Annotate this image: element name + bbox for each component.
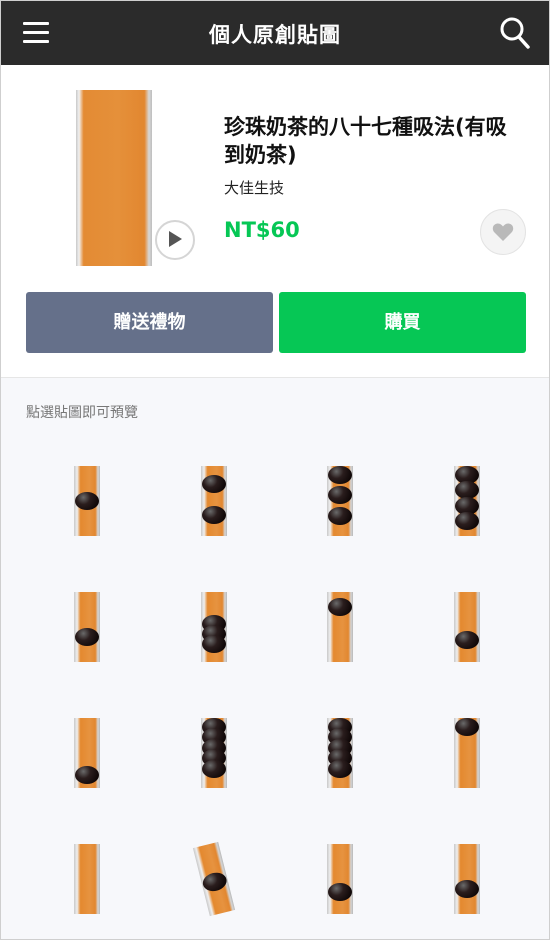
sticker-item[interactable] [327, 466, 353, 536]
sticker-item[interactable] [74, 466, 100, 536]
gift-button[interactable]: 贈送禮物 [26, 292, 273, 353]
price: NT$60 [224, 218, 300, 242]
search-icon[interactable] [499, 16, 531, 50]
main-sticker-image[interactable] [76, 90, 152, 266]
play-button[interactable] [155, 220, 195, 260]
favorite-button[interactable] [480, 209, 526, 255]
tapioca-pearl [200, 870, 229, 894]
tapioca-pearl [455, 512, 479, 530]
sticker-item[interactable] [74, 718, 100, 788]
sticker-item[interactable] [327, 718, 353, 788]
author-link[interactable]: 大佳生技 [224, 177, 284, 198]
sticker-item[interactable] [454, 466, 480, 536]
tapioca-pearl [75, 628, 99, 646]
sticker-item[interactable] [454, 718, 480, 788]
tapioca-pearl [455, 718, 479, 736]
play-icon [169, 231, 182, 247]
tapioca-pearl [75, 766, 99, 784]
product-section: 珍珠奶茶的八十七種吸法(有吸到奶茶) 大佳生技 NT$60 贈送禮物 購買 [1, 65, 549, 377]
tapioca-pearl [455, 631, 479, 649]
sticker-item[interactable] [201, 718, 227, 788]
tapioca-pearl [328, 883, 352, 901]
sticker-item[interactable] [74, 592, 100, 662]
sticker-item[interactable] [454, 844, 480, 914]
sticker-title: 珍珠奶茶的八十七種吸法(有吸到奶茶) [224, 115, 507, 167]
sticker-item[interactable] [201, 592, 227, 662]
tapioca-pearl [202, 635, 226, 653]
page-title: 個人原創貼圖 [209, 23, 341, 47]
sticker-preview-section: 點選貼圖即可預覽 [1, 377, 549, 940]
tapioca-pearl [328, 486, 352, 504]
tapioca-pearl [455, 880, 479, 898]
tapioca-pearl [328, 760, 352, 778]
sticker-item[interactable] [327, 592, 353, 662]
tapioca-pearl [328, 598, 352, 616]
preview-hint: 點選貼圖即可預覽 [26, 405, 138, 421]
heart-icon [492, 223, 514, 241]
tapioca-pearl [202, 475, 226, 493]
tapioca-pearl [328, 507, 352, 525]
sticker-item[interactable] [192, 841, 236, 917]
sticker-item[interactable] [327, 844, 353, 914]
sticker-item[interactable] [201, 466, 227, 536]
tapioca-pearl [202, 506, 226, 524]
sticker-item[interactable] [74, 844, 100, 914]
buy-button[interactable]: 購買 [279, 292, 526, 353]
tapioca-pearl [202, 760, 226, 778]
sticker-item[interactable] [454, 592, 480, 662]
app-header: 個人原創貼圖 [1, 1, 549, 65]
tapioca-pearl [75, 492, 99, 510]
tapioca-pearl [328, 466, 352, 484]
